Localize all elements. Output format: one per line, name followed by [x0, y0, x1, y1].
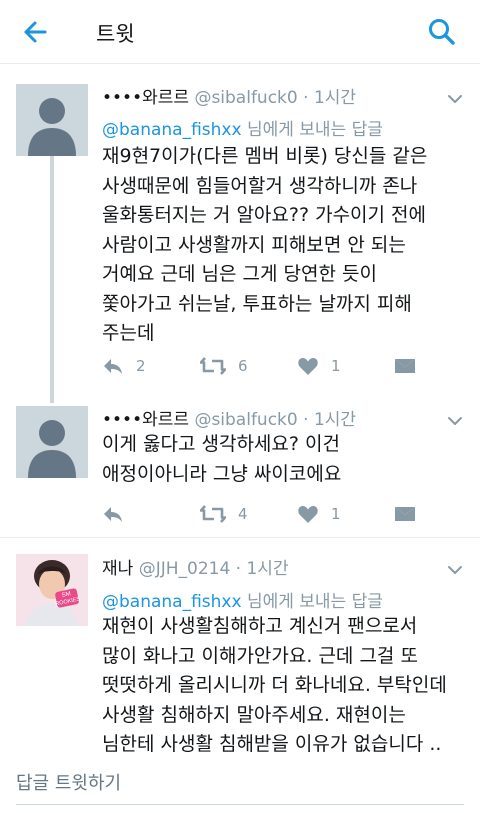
tweet-actions: 4 1 — [102, 502, 442, 526]
retweet-button[interactable]: 6 — [200, 354, 248, 378]
profile-photo: SM ROOKIES — [16, 554, 88, 626]
top-app-bar: 트윗 — [0, 0, 480, 64]
reply-compose-input[interactable]: 답글 트윗하기 — [16, 769, 121, 795]
separator-dot: · — [235, 559, 242, 579]
reply-compose-bar: 답글 트윗하기 — [0, 753, 480, 813]
search-button[interactable] — [424, 14, 460, 50]
envelope-icon — [395, 507, 415, 521]
reply-suffix: 님에게 보내는 답글 — [246, 120, 383, 140]
like-button[interactable]: 1 — [297, 502, 341, 526]
display-name[interactable]: ••••와르르 — [102, 88, 189, 108]
display-name[interactable]: ••••와르르 — [102, 410, 189, 430]
chevron-down-icon[interactable] — [446, 561, 464, 579]
reply-button[interactable]: 2 — [102, 354, 146, 378]
tweet-text: 재9현7이가(다른 멤버 비롯) 당신들 같은 사생때문에 힘들어할거 생각하니… — [102, 145, 428, 344]
separator-dot: · — [303, 88, 309, 108]
timestamp: 1시간 — [313, 410, 357, 430]
tweet-header: 재나 @JJH_0214 · 1시간 — [102, 554, 289, 579]
default-avatar-icon — [16, 84, 88, 156]
avatar[interactable]: SM ROOKIES — [16, 554, 88, 626]
retweet-count: 6 — [238, 357, 248, 375]
tweet[interactable]: SM ROOKIES 재나 @JJH_0214 · 1시간 @banana_fi… — [0, 538, 480, 755]
retweet-button[interactable]: 4 — [200, 502, 248, 526]
chevron-down-icon[interactable] — [446, 412, 464, 430]
retweet-count: 4 — [238, 505, 248, 523]
tweet[interactable]: ••••와르르 @sibalfuck0 · 1시간 이게 옳다고 생각하세요? … — [0, 404, 480, 537]
separator-dot: · — [303, 410, 309, 430]
heart-icon — [298, 358, 318, 375]
heart-icon — [298, 506, 318, 523]
search-icon — [429, 19, 455, 45]
arrow-left-icon — [24, 21, 47, 43]
like-count: 1 — [331, 505, 341, 523]
replying-to: @banana_fishxx 님에게 보내는 답글 — [102, 115, 383, 140]
tweet-header: ••••와르르 @sibalfuck0 · 1시간 — [102, 405, 356, 430]
default-avatar-icon — [16, 406, 88, 478]
envelope-icon — [395, 359, 415, 373]
timestamp: 1시간 — [313, 88, 357, 108]
compose-underline — [16, 804, 464, 805]
reply-icon — [104, 359, 122, 374]
tweet-text: 이게 옳다고 생각하세요? 이건 애정이아니라 그냥 싸이코에요 — [102, 433, 342, 485]
reply-suffix: 님에게 보내는 답글 — [246, 592, 383, 612]
retweet-icon — [200, 357, 226, 375]
reply-icon — [104, 507, 122, 522]
avatar[interactable] — [16, 406, 88, 478]
back-button[interactable] — [18, 14, 54, 50]
user-handle[interactable]: @sibalfuck0 — [194, 410, 297, 430]
reply-button[interactable] — [102, 502, 136, 526]
direct-message-button[interactable] — [394, 502, 416, 526]
like-button[interactable]: 1 — [297, 354, 341, 378]
reply-mention-link[interactable]: @banana_fishxx — [102, 592, 242, 612]
reply-mention-link[interactable]: @banana_fishxx — [102, 120, 242, 140]
direct-message-button[interactable] — [394, 354, 416, 378]
chevron-down-icon[interactable] — [446, 90, 464, 108]
like-count: 1 — [331, 357, 341, 375]
page-title: 트윗 — [96, 22, 135, 46]
replying-to: @banana_fishxx 님에게 보내는 답글 — [102, 587, 383, 612]
tweet-header: ••••와르르 @sibalfuck0 · 1시간 — [102, 83, 356, 108]
tweet-actions: 2 6 1 — [102, 354, 442, 378]
display-name[interactable]: 재나 — [102, 559, 133, 579]
retweet-icon — [200, 505, 226, 523]
reply-count: 2 — [136, 357, 146, 375]
user-handle[interactable]: @sibalfuck0 — [194, 88, 297, 108]
user-handle[interactable]: @JJH_0214 — [139, 559, 231, 579]
tweet-text: 재현이 사생활침해하고 계신거 팬으로서 많이 화나고 이해가안가요. 근데 그… — [102, 615, 447, 755]
avatar[interactable] — [16, 84, 88, 156]
tweet[interactable]: ••••와르르 @sibalfuck0 · 1시간 @banana_fishxx… — [0, 64, 480, 404]
timestamp: 1시간 — [246, 559, 289, 579]
